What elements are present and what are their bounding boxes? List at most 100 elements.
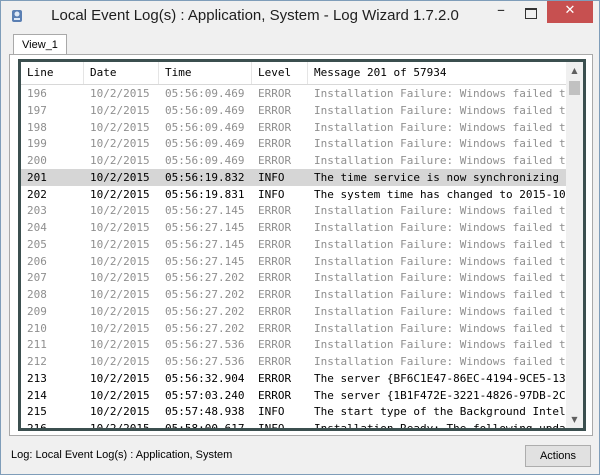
cell-level: ERROR (258, 221, 292, 234)
table-row[interactable]: 197 10/2/2015 05:56:09.469 ERROR Installatio… (21, 102, 566, 119)
cell-level: INFO (258, 405, 285, 419)
cell-time: 05:56:27.536 (165, 338, 245, 352)
table-row[interactable]: 213 10/2/2015 05:56:32.904 ERROR The server … (21, 370, 566, 387)
cell-date: 10/2/2015 (90, 288, 150, 301)
scroll-down-icon[interactable]: ▼ (566, 411, 583, 428)
cell-level: ERROR (258, 338, 292, 352)
maximize-icon (525, 8, 537, 19)
tab-view-1[interactable]: View_1 (13, 34, 67, 54)
table-row[interactable]: 198 10/2/2015 05:56:09.469 ERROR Installatio… (21, 119, 566, 136)
table-row[interactable]: 204 10/2/2015 05:56:27.145 ERROR Installatio… (21, 219, 566, 236)
cell-time: 05:58:00.617 (159, 420, 252, 428)
cell-message: Installation Failure: Windows failed t… (314, 304, 566, 318)
cell-line: 196 (27, 87, 47, 100)
cell-date: 10/2/2015 (90, 237, 150, 251)
cell-time: 05:56:09.469 (165, 87, 245, 100)
table-row[interactable]: 211 10/2/2015 05:56:27.536 ERROR Installatio… (21, 336, 566, 353)
vertical-scrollbar[interactable]: ▲ ▼ (566, 62, 583, 428)
table-row[interactable]: 21610/2/201505:58:00.617INFOInstallation… (21, 420, 566, 428)
cell-time: 05:56:32.904 (165, 371, 245, 385)
column-header-line[interactable]: Line (21, 62, 84, 84)
title-bar[interactable]: Local Event Log(s) : Application, System… (1, 1, 599, 31)
cell-line: 206 (27, 254, 47, 268)
cell-time: 05:56:09.469 (165, 154, 245, 167)
table-row[interactable]: 215 10/2/2015 05:57:48.938 INFO The start ty… (21, 403, 566, 420)
cell-date: 10/2/2015 (90, 221, 150, 234)
cell-message: Installation Failure: Windows failed t… (314, 321, 566, 335)
cell-date: 10/2/2015 (90, 137, 150, 151)
cell-time: 05:56:27.202 (165, 321, 245, 335)
cell-message: Installation Failure: Windows failed t… (314, 254, 566, 268)
column-header-time[interactable]: Time (159, 62, 252, 84)
cell-time: 05:56:09.469 (165, 137, 245, 151)
table-row[interactable]: 203 10/2/2015 05:56:27.145 ERROR Installatio… (21, 202, 566, 219)
table-row[interactable]: 212 10/2/2015 05:56:27.536 ERROR Installatio… (21, 353, 566, 370)
column-header-date[interactable]: Date (84, 62, 159, 84)
cell-date: 10/2/2015 (90, 338, 150, 352)
cell-message: Installation Failure: Windows failed t… (314, 120, 566, 134)
cell-time: 05:56:27.145 (165, 254, 245, 268)
cell-message: Installation Failure: Windows failed t… (314, 288, 566, 301)
table-row[interactable]: 210 10/2/2015 05:56:27.202 ERROR Installatio… (21, 320, 566, 337)
view-panel: Line Date Time Level Message 201 of 5793… (9, 54, 593, 436)
cell-level: ERROR (258, 87, 292, 100)
table-row[interactable]: 201 10/2/2015 05:56:19.832 INFO The time ser… (21, 168, 566, 186)
cell-level: ERROR (258, 137, 292, 151)
cell-level: ERROR (258, 254, 292, 268)
table-row[interactable]: 199 10/2/2015 05:56:09.469 ERROR Installatio… (21, 135, 566, 152)
actions-button[interactable]: Actions (525, 445, 591, 467)
table-row[interactable]: 202 10/2/2015 05:56:19.831 INFO The system t… (21, 186, 566, 203)
table-row[interactable]: 206 10/2/2015 05:56:27.145 ERROR Installatio… (21, 253, 566, 270)
cell-time: 05:56:09.469 (165, 120, 245, 134)
table-row[interactable]: 205 10/2/2015 05:56:27.145 ERROR Installatio… (21, 236, 566, 253)
cell-date: 10/2/2015 (90, 154, 150, 167)
window-title: Local Event Log(s) : Application, System… (51, 7, 459, 24)
cell-level: ERROR (258, 288, 292, 301)
table-row[interactable]: 196 10/2/2015 05:56:09.469 ERROR Installatio… (21, 85, 566, 102)
maximize-button[interactable] (517, 1, 545, 23)
cell-line: 211 (27, 338, 47, 352)
grid-header: Line Date Time Level Message 201 of 5793… (21, 62, 566, 85)
cell-message: Installation Failure: Windows failed t… (314, 271, 566, 285)
cell-level: ERROR (258, 271, 292, 285)
table-row[interactable]: 200 10/2/2015 05:56:09.469 ERROR Installatio… (21, 152, 566, 169)
cell-message: Installation Failure: Windows failed t… (314, 137, 566, 151)
cell-level: ERROR (258, 371, 292, 385)
cell-message: The server {1B1F472E-3221-4826-97DB-2C… (314, 388, 566, 402)
cell-line: 201 (27, 170, 47, 184)
close-button[interactable]: ✕ (547, 1, 593, 23)
column-header-message[interactable]: Message 201 of 57934 (308, 62, 566, 84)
cell-date: 10/2/2015 (90, 321, 150, 335)
cell-date: 10/2/2015 (90, 304, 150, 318)
cell-level: ERROR (258, 355, 292, 368)
scroll-thumb[interactable] (569, 81, 580, 95)
cell-date: 10/2/2015 (90, 405, 150, 419)
app-icon[interactable] (9, 8, 25, 24)
cell-time: 05:56:27.145 (165, 237, 245, 251)
cell-date: 10/2/2015 (90, 271, 150, 285)
cell-level: ERROR (258, 120, 292, 134)
cell-level: ERROR (258, 304, 292, 318)
table-row[interactable]: 214 10/2/2015 05:57:03.240 ERROR The server … (21, 387, 566, 404)
cell-level: INFO (252, 420, 308, 428)
cell-line: 207 (27, 271, 47, 285)
status-text: Log: Local Event Log(s) : Application, S… (11, 449, 233, 461)
cell-date: 10/2/2015 (90, 187, 150, 201)
column-header-level[interactable]: Level (252, 62, 308, 84)
cell-time: 05:56:27.536 (165, 355, 245, 368)
table-row[interactable]: 207 10/2/2015 05:56:27.202 ERROR Installatio… (21, 269, 566, 286)
cell-level: ERROR (258, 321, 292, 335)
cell-date: 10/2/2015 (90, 254, 150, 268)
table-row[interactable]: 209 10/2/2015 05:56:27.202 ERROR Installatio… (21, 303, 566, 320)
cell-date: 10/2/2015 (84, 420, 159, 428)
table-row[interactable]: 208 10/2/2015 05:56:27.202 ERROR Installatio… (21, 286, 566, 303)
minimize-button[interactable]: – (487, 1, 515, 23)
log-grid[interactable]: Line Date Time Level Message 201 of 5793… (21, 62, 566, 428)
scroll-up-icon[interactable]: ▲ (566, 62, 583, 79)
cell-message: Installation Failure: Windows failed t… (314, 154, 566, 167)
cell-line: 198 (27, 120, 47, 134)
cell-level: INFO (258, 187, 285, 201)
cell-time: 05:56:09.469 (165, 103, 245, 117)
cell-message: The time service is now synchronizing t (314, 170, 566, 184)
cell-line: 205 (27, 237, 47, 251)
